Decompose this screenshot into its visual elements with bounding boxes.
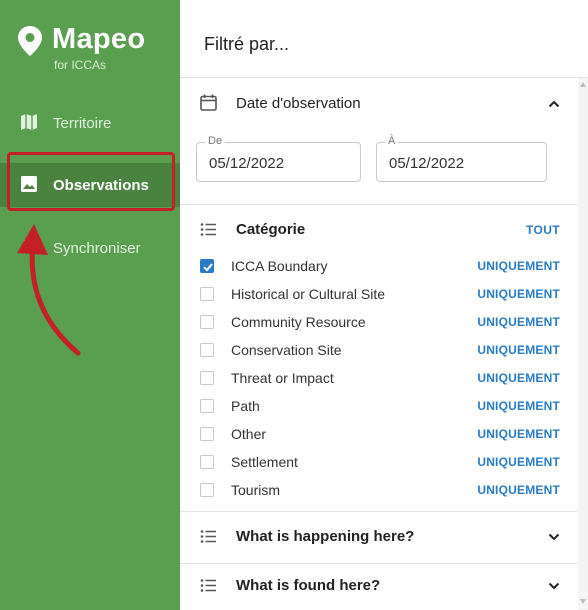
category-label: Path [231,398,260,414]
brand-subtitle: for ICCAs [54,58,107,72]
category-checkbox[interactable] [200,399,214,413]
happening-section[interactable]: What is happening here? [180,511,578,564]
only-button[interactable]: UNIQUEMENT [477,259,560,273]
scrollbar[interactable] [578,78,588,610]
chevron-down-icon[interactable] [548,580,560,592]
sidebar: Mapeo for ICCAs Territoire Observations … [0,0,180,610]
calendar-icon [200,94,217,111]
list-icon [200,223,216,236]
category-row[interactable]: Community Resource UNIQUEMENT [180,309,578,337]
location-pin-icon [18,26,42,56]
category-label: Conservation Site [231,342,342,358]
panel-header: Filtré par... [180,0,588,78]
category-checkbox[interactable] [200,259,214,273]
category-row[interactable]: Other UNIQUEMENT [180,421,578,449]
category-label: Community Resource [231,314,366,330]
category-checkbox[interactable] [200,371,214,385]
category-section-title[interactable]: Catégorie [236,221,305,238]
scroll-down-icon[interactable] [580,599,586,604]
panel-title: Filtré par... [204,34,290,54]
select-all-button[interactable]: TOUT [526,223,560,237]
only-button[interactable]: UNIQUEMENT [477,371,560,385]
category-checkbox[interactable] [200,427,214,441]
category-checkbox[interactable] [200,455,214,469]
date-from-value: 05/12/2022 [209,155,285,172]
category-label: ICCA Boundary [231,258,328,274]
category-checkbox[interactable] [200,483,214,497]
date-to-value: 05/12/2022 [389,155,465,172]
only-button[interactable]: UNIQUEMENT [477,287,560,301]
only-button[interactable]: UNIQUEMENT [477,315,560,329]
found-section[interactable]: What is found here? [180,563,578,610]
highlight-box [7,152,175,211]
check-icon [203,263,213,272]
only-button[interactable]: UNIQUEMENT [477,427,560,441]
category-checkbox[interactable] [200,287,214,301]
category-checkbox[interactable] [200,343,214,357]
category-row[interactable]: Path UNIQUEMENT [180,393,578,421]
category-row[interactable]: Tourism UNIQUEMENT [180,477,578,505]
category-label: Tourism [231,482,281,498]
date-from-field[interactable]: De 05/12/2022 [196,135,361,182]
list-icon [200,579,216,592]
only-button[interactable]: UNIQUEMENT [477,455,560,469]
found-section-title: What is found here? [236,577,381,594]
category-label: Threat or Impact [231,370,334,386]
category-checkbox[interactable] [200,315,214,329]
nav-item-territoire[interactable]: Territoire [0,101,180,145]
only-button[interactable]: UNIQUEMENT [477,483,560,497]
category-row[interactable]: ICCA Boundary UNIQUEMENT [180,253,578,281]
category-row[interactable]: Threat or Impact UNIQUEMENT [180,365,578,393]
date-to-field[interactable]: À 05/12/2022 [376,135,547,182]
happening-section-title: What is happening here? [236,528,415,545]
brand-name: Mapeo [52,23,146,55]
list-icon [200,530,216,543]
only-button[interactable]: UNIQUEMENT [477,399,560,413]
category-row[interactable]: Historical or Cultural Site UNIQUEMENT [180,281,578,309]
pointer-arrow [17,224,81,356]
date-section-title[interactable]: Date d'observation [236,95,361,112]
category-label: Settlement [231,454,298,470]
nav-label: Territoire [53,115,112,132]
date-to-label: À [385,135,399,147]
chevron-up-icon[interactable] [548,98,560,110]
category-label: Historical or Cultural Site [231,286,386,302]
category-label: Other [231,426,267,442]
only-button[interactable]: UNIQUEMENT [477,343,560,357]
scroll-up-icon[interactable] [580,82,586,87]
filter-panel: Filtré par... Date d'observation De 05/1… [180,0,588,610]
category-row[interactable]: Settlement UNIQUEMENT [180,449,578,477]
category-row[interactable]: Conservation Site UNIQUEMENT [180,337,578,365]
map-icon [21,114,37,130]
chevron-down-icon[interactable] [548,531,560,543]
date-from-label: De [205,135,226,147]
